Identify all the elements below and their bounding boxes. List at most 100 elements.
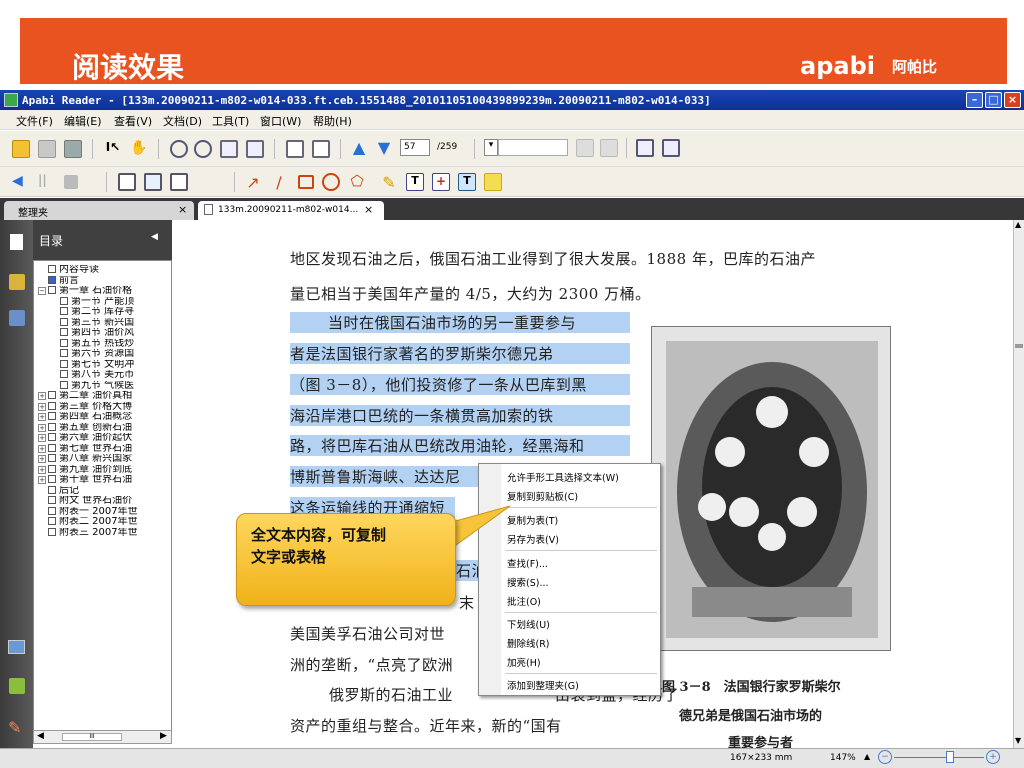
previous-page-icon[interactable]: ▲ bbox=[350, 140, 368, 158]
menu-item-highlight[interactable]: 加亮(H) bbox=[507, 655, 541, 669]
zoom-slider-thumb[interactable] bbox=[946, 751, 954, 763]
document-vertical-scrollbar[interactable]: ▲ ▼ bbox=[1013, 220, 1024, 748]
menu-edit[interactable]: 编辑(E) bbox=[64, 113, 102, 129]
tab-organizer[interactable]: 整理夹 × bbox=[4, 201, 194, 220]
zoom-out-icon[interactable]: − bbox=[878, 750, 892, 764]
toc-item[interactable]: 前言 bbox=[38, 275, 171, 287]
next-page-icon[interactable]: ▼ bbox=[375, 140, 393, 158]
expand-icon[interactable]: + bbox=[38, 413, 46, 421]
collapse-icon[interactable]: − bbox=[38, 287, 46, 295]
zoom-slider-track[interactable] bbox=[894, 757, 984, 758]
zoom-dropdown[interactable]: ▾ bbox=[484, 139, 498, 156]
bookmark-panel-icon[interactable] bbox=[636, 139, 654, 157]
menu-document[interactable]: 文档(D) bbox=[163, 113, 202, 129]
save-icon[interactable] bbox=[38, 140, 56, 158]
expand-icon[interactable]: + bbox=[38, 434, 46, 442]
toc-item[interactable]: 附文 世界石油价 bbox=[38, 496, 171, 507]
window-titlebar[interactable]: Apabi Reader - [133m.20090211-m802-w014-… bbox=[0, 90, 1024, 110]
toc-item[interactable]: 第五节 热钱炒 bbox=[38, 338, 171, 350]
menu-item-find[interactable]: 查找(F)... bbox=[507, 556, 548, 570]
scroll-thumb[interactable] bbox=[1015, 344, 1023, 348]
text-box-icon[interactable]: T bbox=[406, 173, 424, 191]
toc-item[interactable]: 第一节 产能顶 bbox=[38, 296, 171, 308]
selected-text-line[interactable]: 当时在俄国石油市场的另一重要参与 bbox=[290, 312, 630, 333]
menu-help[interactable]: 帮助(H) bbox=[313, 113, 352, 129]
continuous-page-icon[interactable] bbox=[312, 140, 330, 158]
bookmark-icon[interactable] bbox=[9, 274, 25, 290]
fit-width-icon[interactable] bbox=[220, 140, 238, 158]
rectangle-tool-icon[interactable] bbox=[298, 175, 314, 189]
menu-file[interactable]: 文件(F) bbox=[16, 113, 53, 129]
search-icon[interactable] bbox=[576, 139, 594, 157]
expand-icon[interactable]: + bbox=[38, 423, 46, 432]
toc-item[interactable]: 附表一 2007年世 bbox=[38, 506, 171, 518]
toc-item[interactable]: 第六节 资源国 bbox=[38, 349, 171, 360]
insert-text-icon[interactable]: + bbox=[432, 173, 450, 191]
toc-item[interactable]: + 第八章 新兴国家 bbox=[38, 454, 171, 465]
menu-item-underline[interactable]: 下划线(U) bbox=[507, 617, 550, 631]
ellipse-tool-icon[interactable] bbox=[322, 173, 340, 191]
toc-item[interactable]: 第四节 油价风 bbox=[38, 328, 171, 339]
notes-icon[interactable] bbox=[144, 173, 162, 191]
tab-document[interactable]: 133m.20090211-m802-w014... × bbox=[198, 201, 384, 220]
selected-text-line[interactable]: 者是法国银行家著名的罗斯柴尔德兄弟 bbox=[290, 343, 630, 364]
fit-page-icon[interactable] bbox=[246, 140, 264, 158]
audio-icon[interactable]: ◀ bbox=[12, 173, 30, 191]
polygon-tool-icon[interactable]: ⬠ bbox=[348, 173, 366, 191]
toc-item[interactable]: 第三节 新兴国 bbox=[38, 317, 171, 329]
text-line[interactable]: 洲的垄断，“点亮了欧洲 bbox=[290, 654, 453, 675]
typewriter-icon[interactable]: T bbox=[458, 173, 476, 191]
toc-item[interactable]: 第九节 气候医 bbox=[38, 380, 171, 392]
scroll-thumb[interactable]: III bbox=[62, 733, 122, 741]
menu-item-add-to-organizer[interactable]: 添加到整理夹(G) bbox=[507, 678, 579, 692]
selected-text-line[interactable]: 海沿岸港口巴统的一条横贯高加索的铁 bbox=[290, 405, 630, 426]
maximize-button[interactable]: □ bbox=[985, 92, 1002, 108]
menu-window[interactable]: 窗口(W) bbox=[260, 113, 301, 129]
text-line[interactable]: 美国美孚石油公司对世 bbox=[290, 623, 445, 644]
line-tool-icon[interactable]: ∕ bbox=[270, 173, 288, 192]
toc-item[interactable]: 后记 bbox=[38, 485, 171, 497]
scroll-left-icon[interactable]: ◀ bbox=[37, 731, 44, 741]
book-view-icon[interactable] bbox=[118, 173, 136, 191]
expand-icon[interactable]: + bbox=[38, 476, 46, 484]
expand-icon[interactable]: + bbox=[38, 444, 46, 453]
menu-item-annotate[interactable]: 批注(O) bbox=[507, 594, 541, 608]
menu-item-search[interactable]: 搜索(S)... bbox=[507, 575, 549, 589]
text-line[interactable]: 资产的重组与整合。近年来，新的“国有 bbox=[290, 715, 562, 736]
text-line[interactable]: 地区发现石油之后，俄国石油工业得到了很大发展。1888 年，巴库的石油产 bbox=[290, 248, 816, 269]
toc-item[interactable]: + 第九章 油价到底 bbox=[38, 464, 171, 476]
scroll-right-icon[interactable]: ▶ bbox=[160, 731, 167, 741]
thumbnail-panel-icon[interactable] bbox=[662, 139, 680, 157]
toc-item[interactable]: 第八节 美元币 bbox=[38, 370, 171, 381]
text-fragment[interactable]: 末 bbox=[459, 592, 475, 613]
close-icon[interactable]: × bbox=[364, 203, 373, 216]
toc-item[interactable]: + 第三章 价格大博 bbox=[38, 401, 171, 413]
search-input[interactable] bbox=[498, 139, 568, 156]
toc-item[interactable]: 第二节 库存寻 bbox=[38, 307, 171, 318]
annotation-list-icon[interactable] bbox=[9, 310, 25, 326]
toc-item[interactable]: 附表二 2007年世 bbox=[38, 517, 171, 528]
zoom-menu-icon[interactable]: ▲ bbox=[864, 752, 870, 761]
selected-text-line[interactable]: （图 3－8），他们投资修了一条从巴库到黑 bbox=[290, 374, 630, 395]
toc-item[interactable]: 附表三 2007年世 bbox=[38, 527, 171, 539]
toc-item[interactable]: + 第五章 创新石油 bbox=[38, 422, 171, 434]
expand-icon[interactable]: + bbox=[38, 392, 46, 400]
search-next-icon[interactable] bbox=[600, 139, 618, 157]
thumbnail-icon[interactable] bbox=[8, 640, 25, 654]
toc-item[interactable]: + 第六章 油价起伏 bbox=[38, 433, 171, 444]
text-line[interactable]: 俄罗斯的石油工业 bbox=[329, 684, 453, 705]
organizer-icon[interactable] bbox=[9, 678, 25, 694]
toc-item[interactable]: + 第七章 世界石油 bbox=[38, 443, 171, 455]
scroll-up-icon[interactable]: ▲ bbox=[1015, 220, 1021, 229]
close-icon[interactable]: × bbox=[178, 203, 187, 216]
text-line[interactable]: 量已相当于美国年产量的 4/5，大约为 2300 万桶。 bbox=[290, 283, 651, 304]
open-folder-icon[interactable] bbox=[12, 140, 30, 158]
minimize-button[interactable]: – bbox=[966, 92, 983, 108]
menu-tools[interactable]: 工具(T) bbox=[212, 113, 249, 129]
stop-icon[interactable] bbox=[64, 175, 78, 189]
zoom-in-icon[interactable]: + bbox=[986, 750, 1000, 764]
pause-icon[interactable]: || bbox=[38, 173, 56, 191]
toc-horizontal-scrollbar[interactable]: ◀ III ▶ bbox=[33, 730, 172, 744]
zoom-in-icon[interactable] bbox=[170, 140, 188, 158]
toc-item[interactable]: − 第一章 石油价格 bbox=[38, 286, 171, 297]
